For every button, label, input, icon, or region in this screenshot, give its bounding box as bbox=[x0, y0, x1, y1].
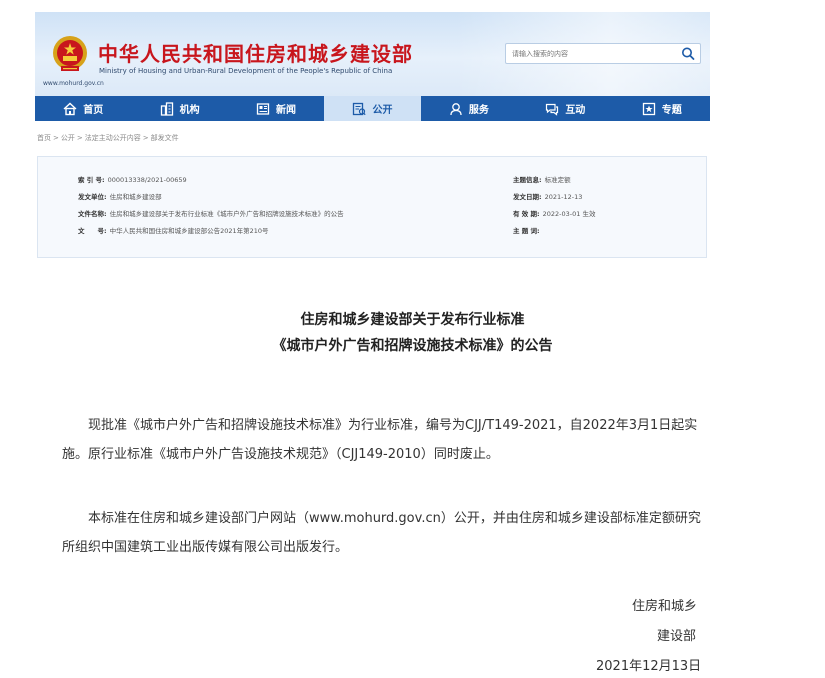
nav-item-organization[interactable]: 机构 bbox=[131, 96, 227, 121]
article-title-line1: 住房和城乡建设部关于发布行业标准 bbox=[300, 312, 525, 328]
topic-icon bbox=[642, 102, 655, 115]
article-title-line2: 《城市户外广告和招牌设施技术标准》的公告 bbox=[272, 338, 553, 354]
meta-issuer: 发文单位: 住房和城乡建设部 bbox=[78, 193, 162, 201]
nav-item-news[interactable]: 新闻 bbox=[228, 96, 324, 121]
site-subtitle: Ministry of Housing and Urban-Rural Deve… bbox=[99, 67, 393, 75]
news-icon bbox=[256, 102, 270, 115]
meta-topic: 主题信息: 标准定额 bbox=[513, 176, 571, 184]
search-input[interactable] bbox=[506, 44, 672, 63]
disclosure-icon bbox=[353, 102, 367, 115]
nav-label: 互动 bbox=[565, 105, 586, 116]
breadcrumb-link-home[interactable]: 首页 bbox=[37, 134, 51, 142]
meta-docno: 文 号: 中华人民共和国住房和城乡建设部公告2021年第210号 bbox=[78, 227, 269, 235]
site-title: 中华人民共和国住房和城乡建设部 bbox=[98, 42, 413, 66]
site-url: www.mohurd.gov.cn bbox=[43, 80, 104, 87]
signature-line1: 住房和城乡 bbox=[632, 599, 698, 614]
meta-index: 索 引 号: 000013338/2021-00659 bbox=[78, 176, 187, 184]
meta-docname: 文件名称: 住房和城乡建设部关于发布行业标准《城市户外广告和招牌设施技术标准》的公… bbox=[78, 210, 344, 218]
search-box bbox=[505, 43, 701, 64]
nav-label: 新闻 bbox=[276, 105, 297, 116]
breadcrumb-link-documents[interactable]: 部发文件 bbox=[151, 134, 179, 142]
search-icon[interactable] bbox=[680, 46, 696, 61]
document-info-box: 索 引 号: 000013338/2021-00659 主题信息: 标准定额 发文单… bbox=[37, 156, 707, 258]
meta-date: 发文日期: 2021-12-13 bbox=[513, 193, 583, 201]
service-icon bbox=[450, 102, 462, 115]
breadcrumb-link-disclosure[interactable]: 公开 bbox=[61, 134, 75, 142]
nav-item-topics[interactable]: 专题 bbox=[614, 96, 710, 121]
main-nav: 首页 机构 新闻 公开 服务 互动 专题 bbox=[35, 96, 710, 121]
national-emblem-icon bbox=[53, 36, 87, 71]
meta-valid: 有 效 期: 2022-03-01 生效 bbox=[513, 210, 596, 218]
breadcrumb: 首页 > 公开 > 法定主动公开内容 > 部发文件 bbox=[37, 134, 179, 142]
building-icon bbox=[160, 101, 173, 116]
nav-label: 首页 bbox=[83, 105, 104, 116]
breadcrumb-link-statutory[interactable]: 法定主动公开内容 bbox=[85, 134, 141, 142]
nav-label: 专题 bbox=[661, 105, 682, 116]
chat-icon bbox=[546, 103, 559, 116]
nav-item-disclosure[interactable]: 公开 bbox=[324, 96, 421, 121]
site-header: 中华人民共和国住房和城乡建设部 Ministry of Housing and … bbox=[35, 12, 710, 96]
signature-line2: 建设部 bbox=[657, 629, 697, 644]
article-paragraph-1: 现批准《城市户外广告和招牌设施技术标准》为行业标准，编号为CJJ/T149-20… bbox=[62, 418, 698, 462]
nav-item-service[interactable]: 服务 bbox=[421, 96, 517, 121]
article-paragraph-2: 本标准在住房和城乡建设部门户网站（www.mohurd.gov.cn）公开，并由… bbox=[62, 511, 701, 555]
meta-keywords: 主 题 词: bbox=[513, 227, 540, 235]
nav-item-home[interactable]: 首页 bbox=[35, 96, 131, 121]
nav-label: 机构 bbox=[179, 105, 200, 116]
home-icon bbox=[63, 102, 77, 115]
signature-date: 2021年12月13日 bbox=[596, 659, 702, 674]
nav-label: 服务 bbox=[468, 105, 489, 116]
nav-label: 公开 bbox=[372, 105, 393, 116]
nav-item-interaction[interactable]: 互动 bbox=[517, 96, 613, 121]
